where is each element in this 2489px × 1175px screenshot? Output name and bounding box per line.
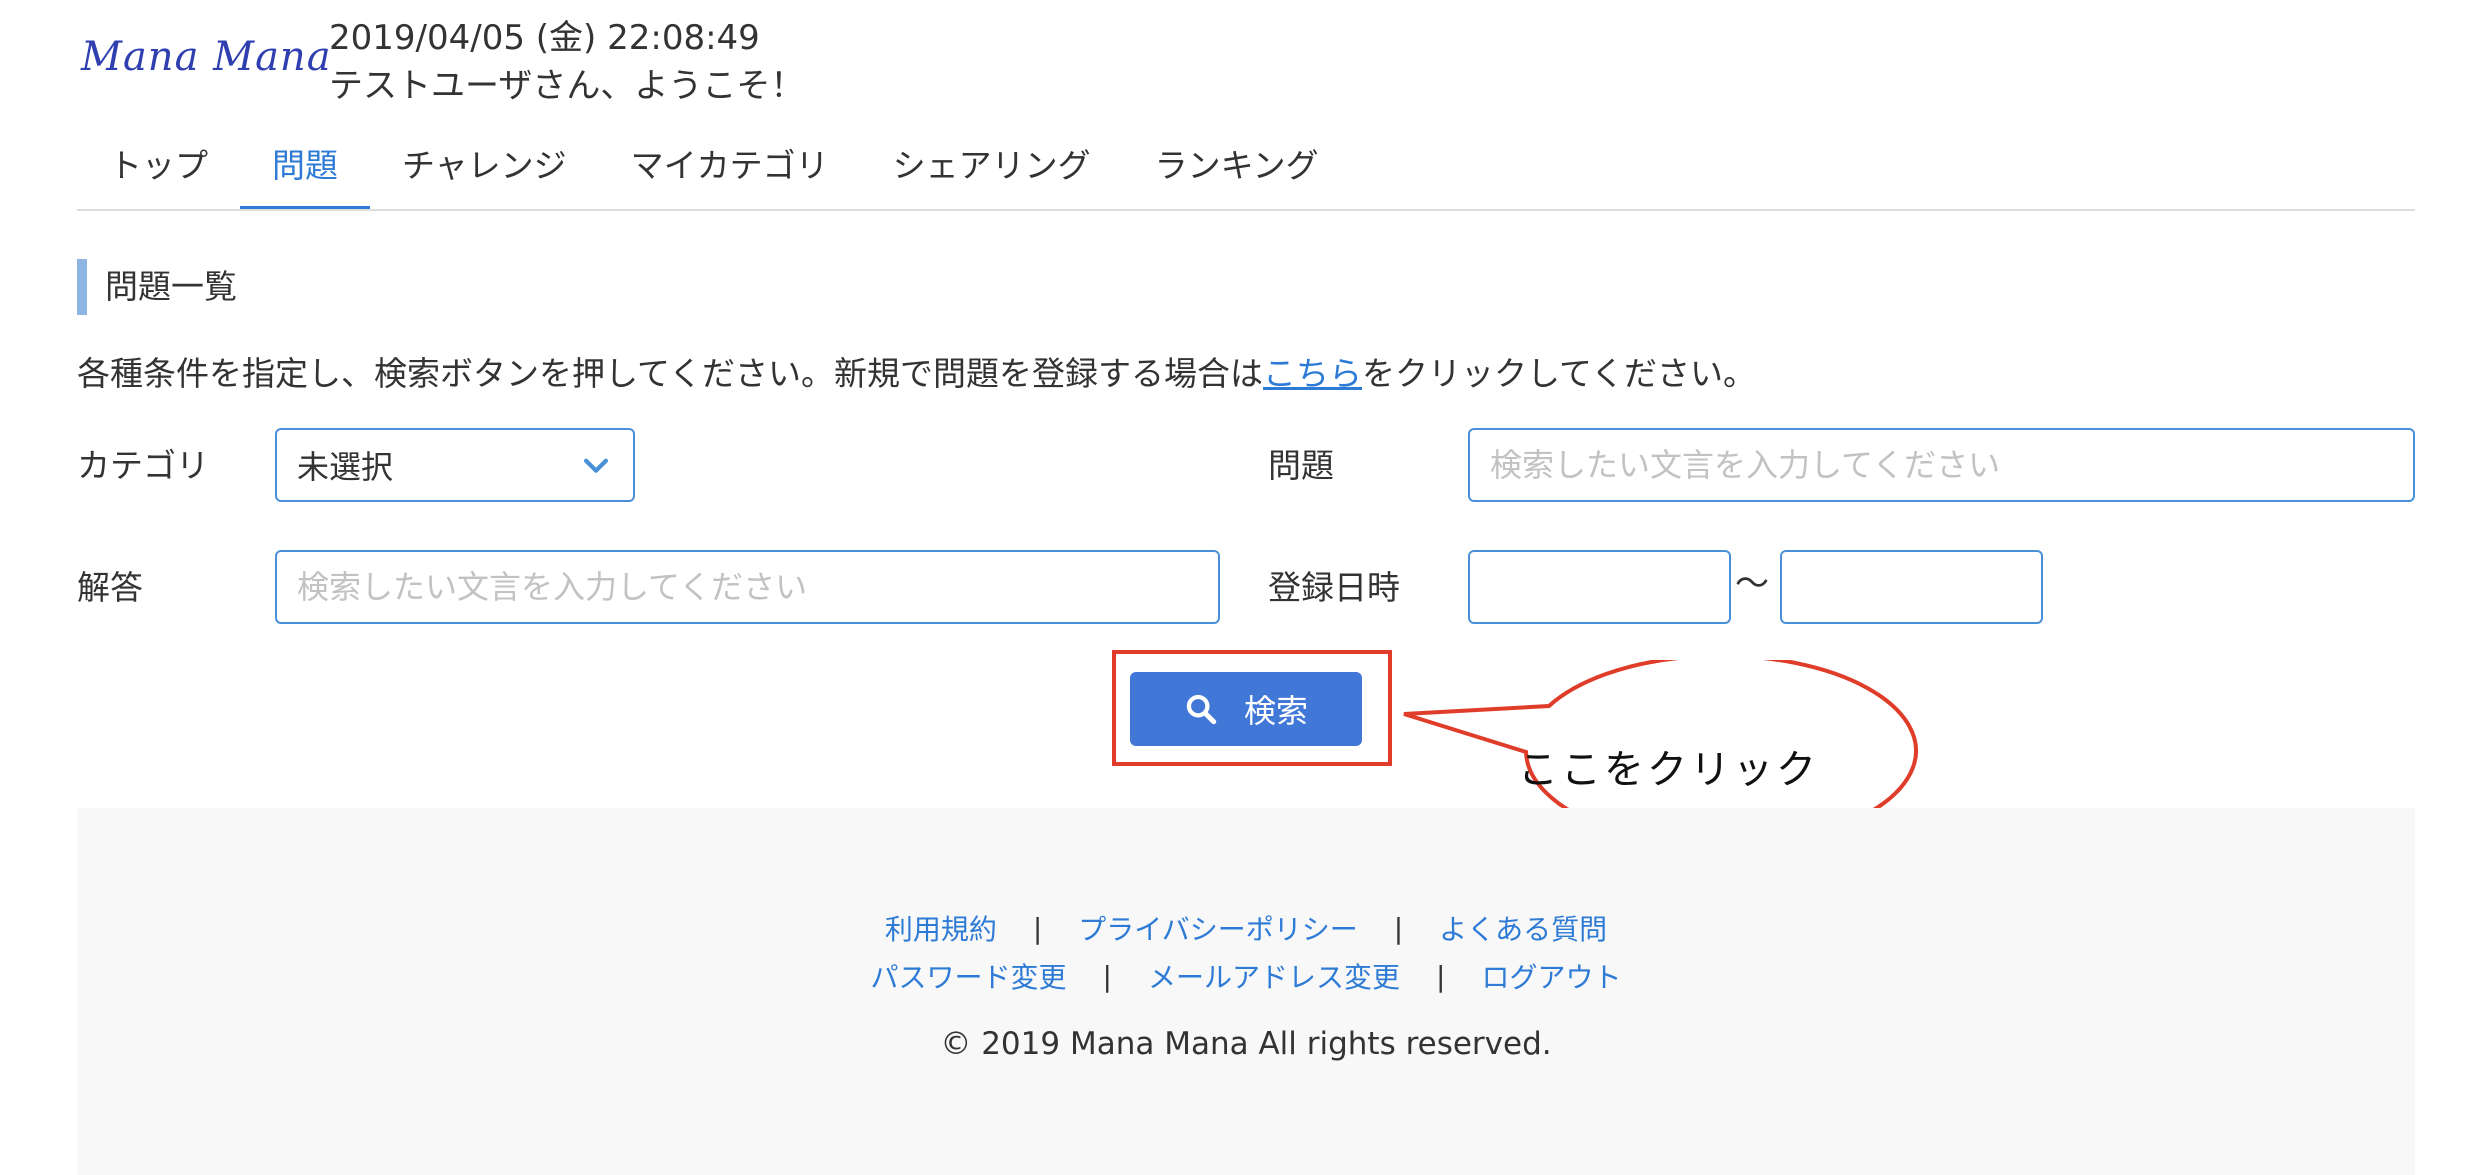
search-button-label: 検索 xyxy=(1243,692,1308,730)
footer-link-change-email[interactable]: メールアドレス変更 xyxy=(1148,956,1400,996)
footer-separator: | xyxy=(1032,911,1043,945)
footer-link-logout[interactable]: ログアウト xyxy=(1481,956,1621,996)
instructions: 各種条件を指定し、検索ボタンを押してください。新規で問題を登録する場合はこちらを… xyxy=(77,347,1756,395)
footer: 利用規約 | プライバシーポリシー | よくある質問 パスワード変更 | メール… xyxy=(77,808,2415,1175)
callout-text: ここをクリック xyxy=(1518,747,1819,793)
section-title: 問題一覧 xyxy=(77,259,237,315)
question-label: 問題 xyxy=(1268,446,1334,485)
answer-label: 解答 xyxy=(77,568,143,607)
date-from-input[interactable] xyxy=(1468,550,1731,624)
answer-input[interactable] xyxy=(275,550,1220,624)
search-button[interactable]: 検索 xyxy=(1130,672,1362,746)
footer-separator: | xyxy=(1393,911,1404,945)
tab-ranking[interactable]: ランキング xyxy=(1123,132,1351,209)
footer-link-privacy[interactable]: プライバシーポリシー xyxy=(1078,908,1357,948)
footer-separator: | xyxy=(1102,959,1112,993)
copyright: © 2019 Mana Mana All rights reserved. xyxy=(940,1026,1552,1062)
tab-my-category[interactable]: マイカテゴリ xyxy=(599,132,861,209)
instructions-text-after: をクリックしてください。 xyxy=(1362,354,1757,393)
search-icon xyxy=(1186,694,1217,725)
tab-sharing[interactable]: シェアリング xyxy=(861,132,1123,209)
footer-links-row-1: 利用規約 | プライバシーポリシー | よくある質問 xyxy=(77,908,2415,948)
category-label: カテゴリ xyxy=(77,446,209,485)
instructions-text-before: 各種条件を指定し、検索ボタンを押してください。新規で問題を登録する場合は xyxy=(77,354,1264,393)
footer-link-change-password[interactable]: パスワード変更 xyxy=(871,956,1067,996)
tab-challenge[interactable]: チャレンジ xyxy=(370,132,599,209)
category-selected-value: 未選択 xyxy=(297,448,394,486)
date-range-separator: 〜 xyxy=(1735,564,1769,604)
date-to-input[interactable] xyxy=(1780,550,2043,624)
header: Mana Mana 2019/04/05 (金) 22:08:49 テストユーザ… xyxy=(77,0,2415,110)
footer-link-terms[interactable]: 利用規約 xyxy=(885,908,997,948)
main-nav: トップ 問題 チャレンジ マイカテゴリ シェアリング ランキング xyxy=(77,132,2415,211)
question-input[interactable] xyxy=(1468,428,2415,502)
tab-top[interactable]: トップ xyxy=(77,132,240,209)
register-link[interactable]: こちら xyxy=(1263,354,1362,393)
category-select[interactable]: 未選択 xyxy=(275,428,635,502)
date-label: 登録日時 xyxy=(1268,568,1400,607)
datetime: 2019/04/05 (金) 22:08:49 xyxy=(329,18,760,58)
logo[interactable]: Mana Mana xyxy=(81,34,332,80)
tab-questions[interactable]: 問題 xyxy=(240,132,370,209)
chevron-down-icon xyxy=(583,458,609,473)
footer-links-row-2: パスワード変更 | メールアドレス変更 | ログアウト xyxy=(77,956,2415,996)
footer-separator: | xyxy=(1436,959,1446,993)
footer-link-faq[interactable]: よくある質問 xyxy=(1439,908,1607,948)
welcome-message: テストユーザさん、ようこそ！ xyxy=(329,66,805,106)
header-info: 2019/04/05 (金) 22:08:49 テストユーザさん、ようこそ！ xyxy=(329,14,804,110)
